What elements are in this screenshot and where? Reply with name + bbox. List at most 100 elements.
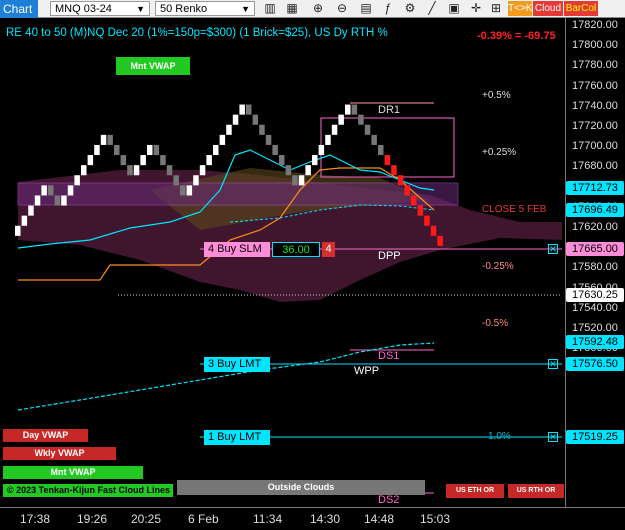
chevron-down-icon: ▼ [136, 4, 145, 14]
renko-brick [285, 165, 292, 176]
grid-icon[interactable]: ⊞ [488, 1, 504, 16]
mnt-vwap-badge-top: Mnt VWAP [116, 57, 190, 75]
pct-dn025-label: -0.25% [482, 261, 514, 272]
renko-brick [74, 175, 80, 186]
renko-brick [213, 144, 219, 156]
renko-brick [325, 134, 331, 145]
renko-brick [160, 155, 166, 166]
interval-value: 50 Renko [160, 3, 208, 15]
tenkan-text: Tenkan-Kijun Fast Cloud Lines [38, 485, 171, 495]
renko-brick [404, 185, 410, 196]
pct-dn05-label: -0.5% [482, 318, 509, 329]
x-tick-label: 6 Feb [188, 512, 219, 526]
renko-brick [351, 104, 358, 115]
x-tick-label: 11:34 [253, 512, 283, 526]
y-tick-label: 17620.00 [572, 221, 618, 233]
zoom-out-icon[interactable]: ⊖ [334, 1, 350, 16]
renko-brick [206, 155, 212, 166]
renko-brick [219, 134, 226, 145]
y-tick-label: 17740.00 [572, 99, 618, 112]
renko-brick [279, 155, 285, 166]
renko-brick [272, 144, 278, 156]
pct-1-label: 1.0% [488, 431, 511, 442]
renko-brick [437, 235, 443, 246]
renko-brick [94, 144, 100, 156]
cancel-order-icon[interactable]: ✕ [548, 432, 558, 442]
renko-brick [133, 165, 140, 176]
crosshair-icon[interactable]: ✛ [468, 1, 484, 16]
instrument-select[interactable]: MNQ 03-24 ▼ [50, 1, 150, 16]
y-tick-label: 17800.00 [572, 39, 618, 52]
renko-brick [378, 144, 384, 156]
buy-lmt3-order[interactable]: 3 Buy LMT [204, 357, 270, 372]
instrument-value: MNQ 03-24 [55, 3, 112, 15]
x-tick-label: 17:38 [20, 512, 51, 526]
y-tick-label: 17700.00 [572, 140, 618, 153]
chart-tab[interactable]: Chart [0, 0, 38, 18]
renko-brick [312, 155, 318, 166]
zoom-in-icon[interactable]: ⊕ [310, 1, 326, 16]
indicators-icon[interactable]: ƒ [380, 1, 396, 16]
y-tick-label: 17540.00 [572, 301, 618, 314]
buy-slm-order[interactable]: 4 Buy SLM [204, 242, 270, 257]
properties-icon[interactable]: ▤ [358, 1, 374, 16]
renko-brick [199, 165, 206, 176]
dr1-label: DR1 [378, 104, 401, 116]
barcol-toggle-button[interactable]: BarCol [564, 1, 598, 16]
ds2-label: DS2 [378, 494, 400, 506]
renko-brick [331, 124, 338, 135]
renko-brick [232, 114, 239, 125]
renko-brick [391, 165, 397, 176]
copyright-text: © 2023 [7, 485, 37, 495]
renko-brick [153, 144, 160, 156]
renko-brick [246, 104, 252, 115]
y-tick-label: 17680.00 [572, 160, 618, 173]
y-tick-label: 17520.00 [572, 322, 618, 334]
renko-brick [180, 185, 186, 196]
renko-brick [81, 165, 87, 176]
renko-brick [345, 104, 351, 115]
renko-brick [430, 225, 437, 236]
buy-lmt1-order[interactable]: 1 Buy LMT [204, 430, 270, 445]
price-tag-vwap: 17696.49 [566, 203, 624, 217]
buy-slm-price[interactable]: 36.00 [272, 242, 320, 257]
tenkan-kijun-badge: © 2023 Tenkan-Kijun Fast Cloud Lines [3, 484, 173, 497]
toolbar: Chart MNQ 03-24 ▼ 50 Renko ▼ ▥ ▦ ⊕ ⊖ ▤ ƒ ⚙… [0, 0, 625, 18]
drawing-tools-icon[interactable]: ╱ [424, 1, 440, 16]
renko-brick [193, 175, 199, 186]
interval-select[interactable]: 50 Renko ▼ [155, 1, 255, 16]
renko-brick [186, 185, 193, 196]
us-rth-badge: US RTH OR [508, 484, 564, 498]
wpp-label: WPP [354, 365, 380, 377]
renko-brick [48, 185, 54, 196]
x-tick-label: 14:48 [364, 512, 395, 526]
x-tick-label: 19:26 [77, 512, 108, 526]
cloud-toggle-button[interactable]: Cloud [533, 1, 563, 16]
renko-brick [28, 205, 34, 216]
chevron-down-icon: ▼ [241, 4, 250, 14]
renko-brick [140, 155, 146, 166]
outside-clouds-badge: Outside Clouds [177, 480, 425, 495]
cancel-order-icon[interactable]: ✕ [548, 244, 558, 254]
cancel-order-icon[interactable]: ✕ [548, 359, 558, 369]
price-tag-wvwap: 17592.48 [566, 335, 624, 349]
strategies-icon[interactable]: ⚙ [402, 1, 418, 16]
y-tick-label: 17760.00 [572, 79, 618, 92]
y-tick-label: 17580.00 [572, 261, 618, 274]
tk-toggle-button[interactable]: T<>K [508, 1, 532, 16]
price-tag-lmt3: 17576.50 [566, 357, 624, 371]
renko-brick [15, 225, 21, 236]
price-tag-tenkan: 17712.73 [566, 181, 624, 195]
renko-brick [298, 175, 305, 186]
templates-icon[interactable]: ▣ [446, 1, 462, 16]
chart-type-icon[interactable]: ▦ [284, 1, 300, 16]
x-tick-label: 15:03 [420, 512, 451, 526]
renko-brick [397, 175, 404, 186]
renko-brick [338, 114, 344, 125]
pnl-readout: -0.39% = -69.75 [477, 30, 556, 42]
buy-slm-qty[interactable]: 4 [322, 242, 335, 257]
renko-brick [417, 205, 424, 216]
bar-style-icon[interactable]: ▥ [262, 1, 278, 16]
time-axis[interactable]: 17:38 19:26 20:25 6 Feb 11:34 14:30 14:48 15:03 [0, 507, 625, 530]
renko-brick [226, 124, 232, 135]
